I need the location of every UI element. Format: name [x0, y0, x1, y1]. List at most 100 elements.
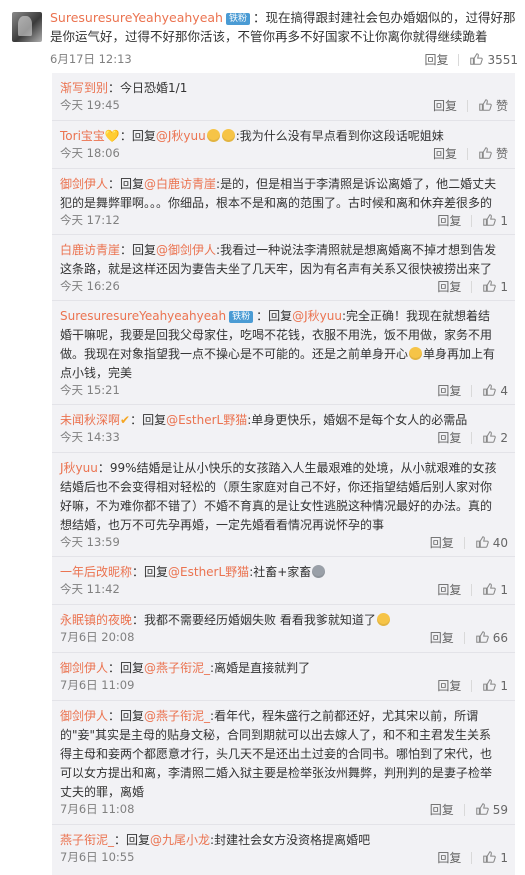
reply-button[interactable]: 回复: [437, 849, 461, 866]
mention-link[interactable]: @燕子衔泥_: [144, 661, 210, 675]
thumbs-up-icon: [479, 147, 492, 159]
like-count: 59: [492, 803, 508, 817]
top-comment-body: SuresuresureYeahyeahyeah 铁粉 ：现在搞得跟封建社会包办婚姻…: [50, 8, 518, 46]
mention-link[interactable]: @J秋yuu: [156, 129, 206, 143]
like-button[interactable]: 赞: [478, 97, 508, 114]
reply-button[interactable]: 回复: [437, 429, 461, 446]
thumbs-up-icon: [483, 214, 497, 226]
mention-link[interactable]: @J秋yuu: [292, 309, 342, 323]
reply-username[interactable]: Tori宝宝: [60, 129, 105, 143]
list-item: 白鹿访青崖：回复@御剑伊人:我看过一种说法李清照就是想离婚离不掉才想到告发这条路…: [52, 235, 515, 301]
mention-link[interactable]: @御剑伊人: [156, 243, 216, 257]
top-comment: SuresuresureYeahyeahyeah 铁粉 ：现在搞得跟封建社会包办婚姻…: [0, 0, 525, 72]
smile-emoji-icon: [376, 613, 390, 626]
reply-meta: 今天 17:12 回复 1: [60, 212, 508, 230]
reply-username[interactable]: 渐写到别: [60, 81, 108, 95]
reply-button[interactable]: 回复: [424, 51, 448, 68]
reply-username[interactable]: 未闻秋深啊: [60, 413, 120, 427]
like-button[interactable]: 1: [482, 213, 508, 228]
mention-link[interactable]: @燕子衔泥_: [144, 709, 210, 723]
reply-username[interactable]: J秋yuu: [60, 461, 98, 475]
like-button[interactable]: 40: [475, 535, 508, 550]
weibo-comment-thread: SuresuresureYeahyeahyeah 铁粉 ：现在搞得跟封建社会包办婚姻…: [0, 0, 525, 875]
reply-text: 永眠镇的夜晚：我都不需要经历婚姻失败 看看我爹就知道了: [60, 611, 500, 630]
divider: [471, 384, 473, 397]
top-comment-time: 6月17日 12:13: [50, 52, 132, 66]
reply-username[interactable]: 永眠镇的夜晚: [60, 613, 132, 627]
reply-username[interactable]: 御剑伊人: [60, 177, 108, 191]
list-item: SuresuresureYeahyeahyeah 铁粉 ：回复@J秋yuu:完全正确…: [52, 301, 515, 405]
reply-time: 今天 18:06: [60, 146, 120, 160]
reply-meta: 今天 13:59 回复 40: [60, 534, 508, 552]
reply-time: 今天 15:21: [60, 383, 120, 397]
thumbs-up-icon: [483, 384, 497, 396]
reply-time: 今天 14:33: [60, 430, 120, 444]
reply-button[interactable]: 回复: [430, 801, 454, 818]
like-button[interactable]: 66: [475, 630, 508, 645]
reply-username[interactable]: SuresuresureYeahyeahyeah: [60, 309, 226, 323]
reply-time: 今天 11:42: [60, 582, 120, 596]
reply-button[interactable]: 回复: [433, 145, 457, 162]
reply-button[interactable]: 回复: [437, 581, 461, 598]
like-count: 40: [492, 536, 508, 550]
reply-text: 一年后改昵称：回复@EstherL野猫:社畜+家畜: [60, 563, 500, 582]
reply-meta: 今天 16:26 回复 1: [60, 278, 508, 296]
reply-text: 御剑伊人：回复@燕子衔泥_:看年代，程朱盛行之前都还好，尤其宋以前，所谓的"妾"…: [60, 709, 493, 799]
reply-time: 今天 19:45: [60, 98, 120, 112]
fan-badge: 铁粉: [225, 13, 250, 25]
list-item: J秋yuu：99%结婚是让从小快乐的女孩踏入人生最艰难的处境，从小就艰难的女孩结…: [52, 453, 515, 557]
thumbs-up-icon: [475, 631, 489, 643]
mention-link[interactable]: @九尾小龙: [150, 833, 210, 847]
top-comment-actions: 回复 3551: [424, 51, 518, 68]
reply-button[interactable]: 回复: [437, 382, 461, 399]
avatar[interactable]: [12, 12, 42, 42]
reply-text: 未闻秋深啊✔：回复@EstherL野猫:单身更快乐，婚姻不是每个女人的必需品: [60, 413, 468, 427]
like-button[interactable]: 1: [482, 850, 508, 865]
mention-link[interactable]: @白鹿访青崖: [144, 177, 216, 191]
reply-button[interactable]: 回复: [430, 629, 454, 646]
like-button[interactable]: 59: [475, 802, 508, 817]
reply-time: 今天 17:12: [60, 213, 120, 227]
reply-username[interactable]: 白鹿访青崖: [60, 243, 120, 257]
reply-time: 7月6日 11:08: [60, 802, 135, 816]
like-button[interactable]: 1: [482, 582, 508, 597]
reply-button[interactable]: 回复: [437, 278, 461, 295]
mention-link[interactable]: @EstherL野猫: [166, 413, 247, 427]
reply-text: 御剑伊人：回复@白鹿访青崖:是的，但是相当于李清照是诉讼离婚了，他二婚丈夫犯的是…: [60, 177, 497, 210]
smile-emoji-icon: [206, 129, 220, 142]
reply-meta: 7月6日 10:55 回复 1: [60, 849, 508, 867]
reply-meta: 今天 14:33 回复 2: [60, 429, 508, 447]
reply-button[interactable]: 回复: [437, 677, 461, 694]
reply-username[interactable]: 御剑伊人: [60, 661, 108, 675]
divider: [458, 53, 460, 66]
top-comment-username[interactable]: SuresuresureYeahyeahyeah: [50, 10, 223, 25]
like-button[interactable]: 赞: [478, 145, 508, 162]
divider: [466, 99, 468, 112]
like-count: 66: [492, 631, 508, 645]
reply-button[interactable]: 回复: [437, 212, 461, 229]
reply-button[interactable]: 回复: [433, 97, 457, 114]
reply-username[interactable]: 一年后改昵称: [60, 565, 132, 579]
reply-username[interactable]: 燕子衔泥_: [60, 833, 114, 847]
like-button[interactable]: 2: [482, 430, 508, 445]
thumbs-up-icon: [483, 851, 497, 863]
fan-badge: 铁粉: [229, 311, 254, 323]
reply-meta: 今天 19:45 回复 赞: [60, 97, 508, 115]
thumbs-up-icon: [483, 431, 497, 443]
like-button[interactable]: 1: [482, 279, 508, 294]
like-button[interactable]: 4: [482, 383, 508, 398]
list-item: Tori宝宝💛：回复@J秋yuu:我为什么没有早点看到你这段话呢姐妹 今天 18…: [52, 121, 515, 169]
list-item: 永眠镇的夜晚：我都不需要经历婚姻失败 看看我爹就知道了 7月6日 20:08 回…: [52, 605, 515, 653]
reply-text: J秋yuu：99%结婚是让从小快乐的女孩踏入人生最艰难的处境，从小就艰难的女孩结…: [60, 461, 497, 532]
reply-text: SuresuresureYeahyeahyeah 铁粉 ：回复@J秋yuu:完全正确…: [60, 309, 496, 380]
reply-text: 渐写到别：今日恐婚1/1: [60, 81, 188, 95]
reply-time: 今天 13:59: [60, 535, 120, 549]
reply-button[interactable]: 回复: [430, 534, 454, 551]
mention-link[interactable]: @EstherL野猫: [168, 565, 249, 579]
like-button[interactable]: 1: [482, 678, 508, 693]
like-count: 1: [500, 679, 508, 693]
reply-username[interactable]: 御剑伊人: [60, 709, 108, 723]
like-button[interactable]: 3551: [469, 52, 518, 67]
reply-meta: 今天 11:42 回复 1: [60, 581, 508, 599]
reply-text: 御剑伊人：回复@燕子衔泥_:离婚是直接就判了: [60, 661, 311, 675]
